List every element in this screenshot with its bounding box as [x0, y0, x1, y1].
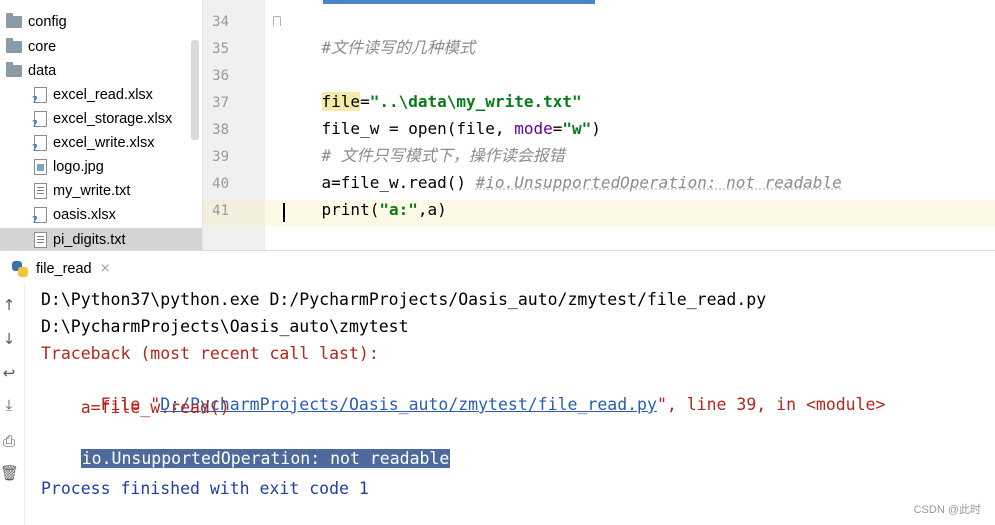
code-text: ,a): [417, 200, 447, 219]
tree-file-oasis[interactable]: oasis.xlsx: [0, 203, 202, 227]
watermark: CSDN @此时: [913, 504, 981, 516]
code-string: "w": [562, 119, 592, 138]
console-exit-line: Process finished with exit code 1: [41, 479, 369, 498]
code-line-38: # 文件只写模式下，操作读会报错: [283, 120, 565, 165]
tree-item-label: config: [28, 14, 67, 30]
text-caret: [283, 203, 285, 222]
code-line-39: a=file_w.read() #io.UnsupportedOperation…: [283, 147, 842, 192]
folder-icon: [6, 62, 22, 77]
tree-file-excel-read[interactable]: excel_read.xlsx: [0, 83, 202, 107]
tree-scrollbar[interactable]: [191, 40, 199, 140]
project-tree-panel: config core data excel_read.xlsx excel_s…: [0, 0, 203, 250]
run-tool-window-header: file_read ×: [0, 250, 995, 285]
run-tab-label: file_read: [36, 260, 92, 277]
code-editor[interactable]: 34 35 36 37 38 39 40 41 #文件读写的几种模式 file=…: [203, 0, 995, 250]
arrow-down-icon[interactable]: ↓: [0, 329, 18, 349]
excel-file-icon: [32, 207, 47, 226]
code-comment: #文件读写的几种模式: [321, 38, 476, 57]
tree-item-label: data: [28, 63, 57, 79]
tree-folder-config[interactable]: config: [0, 10, 202, 34]
code-line-37: file_w = open(file, mode="w"): [283, 93, 601, 138]
scroll-to-end-icon[interactable]: ⤓: [0, 395, 18, 415]
active-editor-tab-marker: [323, 0, 595, 4]
folder-icon: [6, 38, 22, 53]
tree-file-pi-digits[interactable]: pi_digits.txt: [0, 228, 202, 250]
line-number: 40: [212, 176, 229, 192]
folder-icon: [6, 13, 22, 28]
line-number: 38: [212, 122, 229, 138]
console-output[interactable]: D:\Python37\python.exe D:/PycharmProject…: [24, 285, 995, 525]
excel-file-icon: [32, 87, 47, 106]
tree-file-excel-write[interactable]: excel_write.xlsx: [0, 131, 202, 155]
line-number: 34: [212, 14, 229, 30]
code-text: print(: [321, 200, 380, 219]
image-file-icon: [34, 159, 47, 175]
console-exception-line: io.UnsupportedOperation: not readable: [41, 423, 451, 468]
line-number: 36: [212, 68, 229, 84]
python-icon: [12, 260, 28, 277]
tree-file-logo[interactable]: logo.jpg: [0, 155, 202, 179]
tree-item-label: oasis.xlsx: [53, 207, 116, 223]
tree-item-label: excel_storage.xlsx: [53, 111, 173, 127]
code-string: "a:": [379, 200, 418, 219]
tree-item-label: excel_write.xlsx: [53, 135, 155, 151]
tree-item-label: excel_read.xlsx: [53, 87, 153, 103]
console-command-line: D:\Python37\python.exe D:/PycharmProject…: [41, 290, 767, 309]
console-file-link[interactable]: D:/PycharmProjects/Oasis_auto/zmytest/fi…: [160, 395, 657, 414]
run-toolbar: ↑ ↓ ↩ ⤓ ⎙ 🗑: [0, 285, 24, 525]
tree-folder-data[interactable]: data: [0, 59, 202, 83]
trash-icon[interactable]: 🗑: [0, 463, 19, 483]
tree-item-label: logo.jpg: [53, 159, 104, 175]
code-line-40: print("a:",a): [283, 174, 447, 219]
code-text: ): [591, 119, 601, 138]
run-tab-file-read[interactable]: file_read ×: [12, 251, 111, 286]
excel-file-icon: [32, 111, 47, 130]
line-number: 39: [212, 149, 229, 165]
arrow-up-icon[interactable]: ↑: [0, 295, 18, 315]
fold-marker-icon[interactable]: [273, 16, 281, 26]
tree-item-label: my_write.txt: [53, 183, 131, 199]
tree-folder-core[interactable]: core: [0, 35, 202, 59]
console-traceback-file-line: File "D:/PycharmProjects/Oasis_auto/zmyt…: [41, 369, 886, 414]
console-traceback-header: Traceback (most recent call last):: [41, 344, 379, 363]
console-text: ", line 39, in <module>: [656, 395, 886, 414]
print-icon[interactable]: ⎙: [0, 431, 18, 451]
line-number: 35: [212, 41, 229, 57]
soft-wrap-icon[interactable]: ↩: [0, 363, 18, 383]
code-line-36: file="..\data\my_write.txt": [283, 66, 582, 111]
line-number: 37: [212, 95, 229, 111]
tree-item-label: pi_digits.txt: [53, 232, 126, 248]
console-traceback-code-line: a=file_w.read(): [41, 398, 230, 417]
console-cwd-line: D:\PycharmProjects\Oasis_auto\zmytest: [41, 317, 409, 336]
line-number: 41: [212, 203, 229, 219]
tree-file-excel-storage[interactable]: excel_storage.xlsx: [0, 107, 202, 131]
text-file-icon: [34, 232, 47, 248]
tree-file-my-write[interactable]: my_write.txt: [0, 179, 202, 203]
code-line-34: #文件读写的几种模式: [283, 12, 476, 57]
console-exception-text: io.UnsupportedOperation: not readable: [80, 449, 451, 468]
excel-file-icon: [32, 135, 47, 154]
tree-item-label: core: [28, 39, 57, 55]
close-icon[interactable]: ×: [100, 261, 111, 276]
code-comment: #io.UnsupportedOperation: not readable: [475, 173, 842, 192]
text-file-icon: [34, 183, 47, 199]
